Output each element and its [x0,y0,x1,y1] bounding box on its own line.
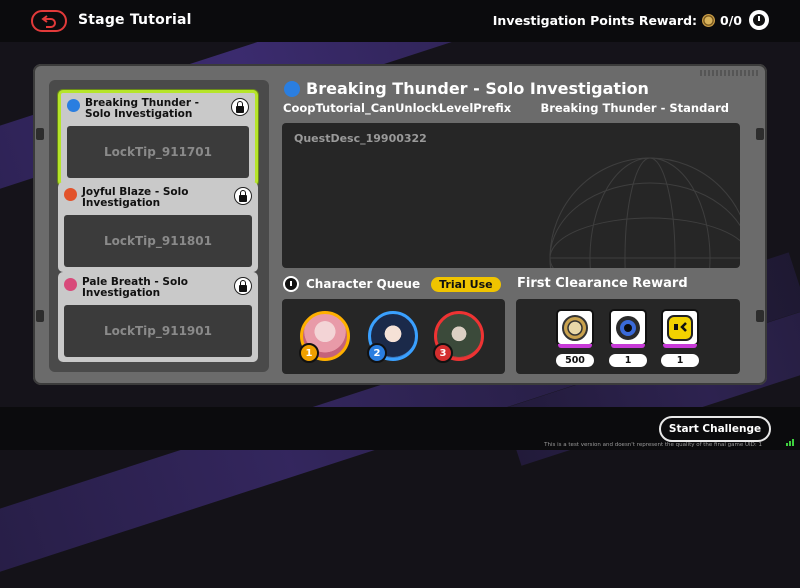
globe-decoration [549,157,740,268]
face-icon [667,314,693,341]
stage-name: Pale Breath - Solo Investigation [82,276,189,299]
character-queue-header: Character Queue Trial Use [283,276,501,292]
stage-card-joyful-blaze[interactable]: Joyful Blaze - Solo Investigation LockTi… [58,182,258,272]
queue-slot-number: 2 [367,343,387,363]
thunder-element-icon [284,80,300,97]
camera-icon [616,315,640,340]
quest-prefix: CoopTutorial_CanUnlockLevelPrefix [283,101,512,115]
fire-element-icon [64,188,77,201]
stage-lock-tip: LockTip_911701 [67,126,249,178]
panel-hinge [756,128,764,140]
face-reward-icon[interactable] [661,309,699,348]
points-label: Investigation Points Reward: [492,13,698,28]
panel-hinge [756,310,764,322]
thunder-element-icon [67,99,80,112]
back-arrow-icon [41,15,56,28]
quest-mode: Breaking Thunder - Standard [540,101,729,115]
queue-info-button[interactable] [283,276,299,292]
panel-hinge [36,128,44,140]
coin-reward-icon[interactable] [556,309,594,348]
coin-icon [702,14,716,27]
reward-count: 1 [609,354,647,367]
character-queue-label: Character Queue [306,277,421,291]
panel-hinge [36,310,44,322]
points-value: 0/0 [720,13,742,28]
coin-icon [562,314,588,341]
signal-icon [786,439,794,446]
lock-icon [234,277,252,295]
test-version-disclaimer: This is a test version and doesn't repre… [544,442,762,448]
page-title: Stage Tutorial [78,12,192,28]
quest-description-box: QuestDesc_19900322 [282,123,740,268]
quest-title: Breaking Thunder - Solo Investigation [284,79,649,98]
stage-card-pale-breath[interactable]: Pale Breath - Solo Investigation LockTip… [58,272,258,362]
start-challenge-button[interactable]: Start Challenge [659,416,771,442]
quest-subtitle-row: CoopTutorial_CanUnlockLevelPrefix Breaki… [283,101,729,115]
reward-count: 1 [661,354,699,367]
stage-lock-tip: LockTip_911801 [64,215,252,267]
stage-card-breaking-thunder[interactable]: Breaking Thunder - Solo Investigation Lo… [58,90,258,186]
camera-reward-icon[interactable] [609,309,647,348]
trial-use-badge: Trial Use [431,276,501,292]
info-icon [753,14,765,26]
stage-lock-tip: LockTip_911901 [64,305,252,357]
queue-slot-number: 3 [433,343,453,363]
stage-name: Breaking Thunder - Solo Investigation [85,97,200,120]
lock-icon [231,98,249,116]
panel-decoration [700,70,760,76]
investigation-points: Investigation Points Reward: 0/0 [493,13,742,28]
quest-title-text: Breaking Thunder - Solo Investigation [306,79,649,98]
ether-element-icon [64,278,77,291]
back-button[interactable] [31,10,67,32]
first-clearance-reward-title: First Clearance Reward [517,276,688,291]
points-info-button[interactable] [749,10,769,30]
disclaimer-text: This is a test version and doesn't repre… [544,442,744,448]
uid-label: UID: 1 [745,442,762,448]
queue-slot-number: 1 [299,343,319,363]
quest-description: QuestDesc_19900322 [294,132,427,145]
stage-name: Joyful Blaze - Solo Investigation [82,186,189,209]
reward-count: 500 [556,354,594,367]
lock-icon [234,187,252,205]
